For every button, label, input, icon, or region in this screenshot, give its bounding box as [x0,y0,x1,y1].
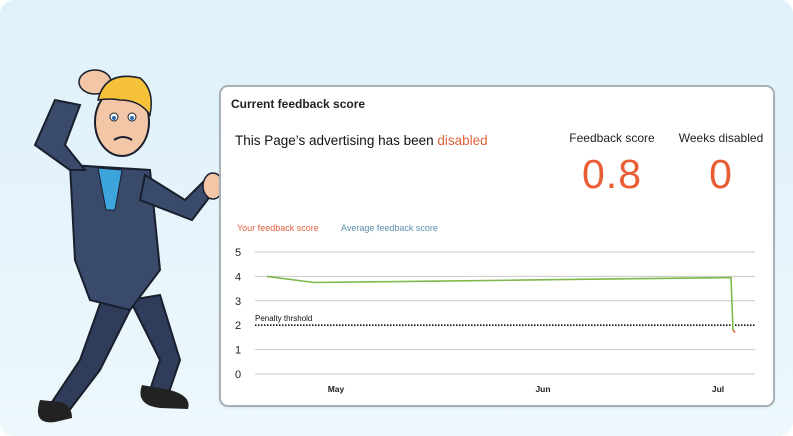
penalty-threshold-label: Penalty thrshold [255,314,312,323]
y-tick-label-2: 2 [235,320,241,332]
video-frame: Current feedback score This Page’s adver… [0,0,793,436]
y-tick-label-4: 4 [235,271,241,283]
y-tick-label-0: 0 [235,369,241,381]
x-tick-label-jul: Jul [712,384,724,394]
x-tick-label-may: May [328,384,345,394]
series-line [266,275,734,331]
feedback-score-chart: 0 1 2 3 4 5 Penalty thrshold May Jun Jul [235,247,755,394]
y-tick-label-1: 1 [235,345,241,357]
y-tick-label-3: 3 [235,296,241,308]
x-tick-label-jun: Jun [535,384,550,394]
stressed-man-illustration [33,69,224,423]
series-end-segment [732,329,736,334]
y-tick-label-5: 5 [235,247,241,259]
feedback-score-card: Current feedback score This Page’s adver… [219,85,775,407]
